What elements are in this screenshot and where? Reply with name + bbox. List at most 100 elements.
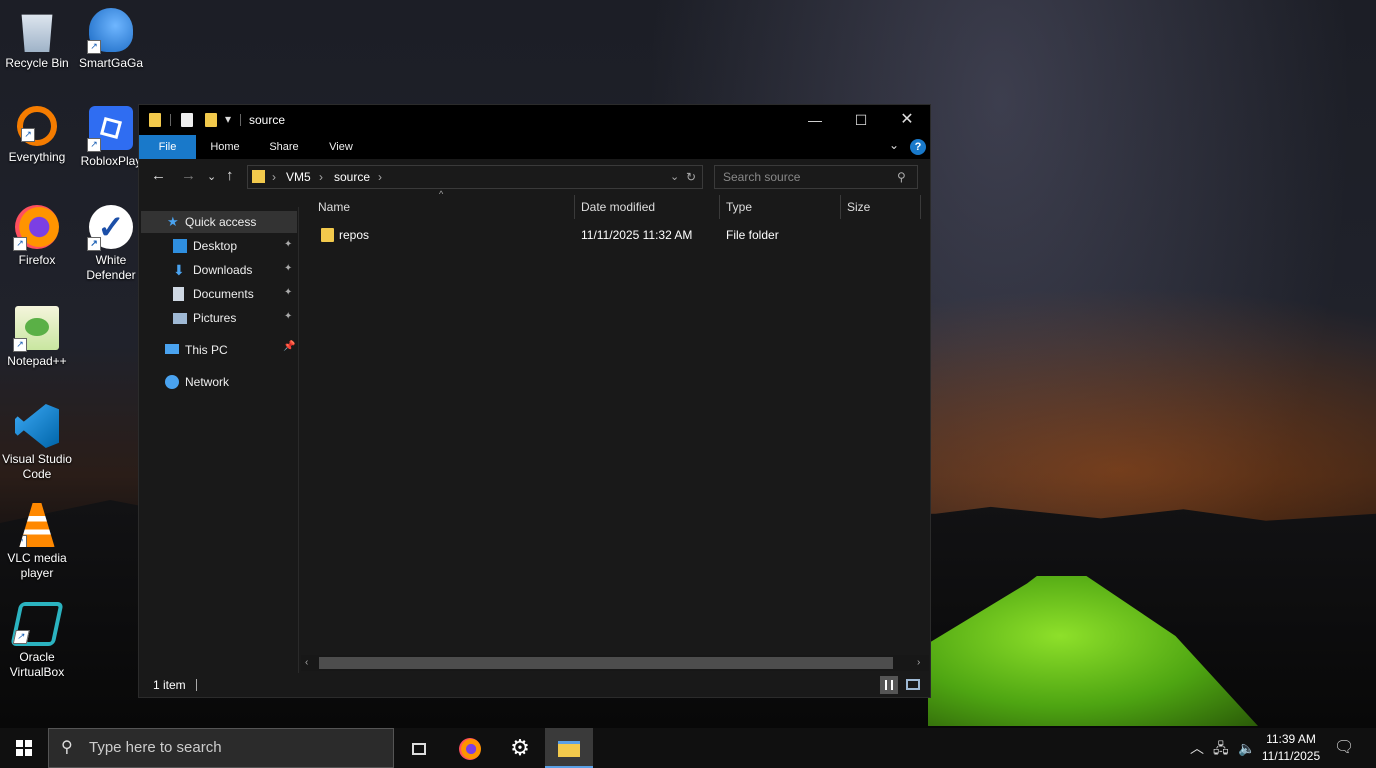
- status-bar: 1 item: [139, 673, 930, 697]
- shortcut-arrow-icon: ↗: [19, 535, 27, 547]
- show-hidden-icons-chevron-icon[interactable]: ︿: [1190, 728, 1204, 768]
- large-icons-view-button[interactable]: [906, 679, 920, 690]
- column-header-size[interactable]: Size: [847, 195, 870, 219]
- separator: [170, 114, 171, 126]
- search-box[interactable]: Search source ⚲: [714, 165, 918, 189]
- address-dropdown-chevron-icon[interactable]: ⌄: [670, 166, 679, 188]
- clock-time: 11:39 AM: [1266, 732, 1316, 746]
- taskbar-file-explorer-button[interactable]: [545, 728, 593, 768]
- column-separator[interactable]: [840, 195, 841, 219]
- minimize-button[interactable]: —: [792, 105, 838, 135]
- window-title: source: [249, 113, 286, 127]
- horizontal-scrollbar[interactable]: ‹ ›: [301, 655, 929, 671]
- search-input[interactable]: Search source: [723, 166, 800, 188]
- tab-file[interactable]: File: [139, 135, 196, 159]
- desktop-icon-notepad-plus-plus[interactable]: ↗ Notepad++: [0, 306, 74, 369]
- taskbar-firefox-button[interactable]: [446, 728, 494, 768]
- tab-view[interactable]: View: [315, 135, 367, 159]
- sort-ascending-icon: ^: [439, 189, 444, 199]
- task-view-icon: [412, 743, 426, 756]
- pin-icon[interactable]: 📌: [283, 341, 295, 352]
- notification-center-icon[interactable]: 🗨: [1334, 728, 1354, 768]
- gear-icon: ⚙: [510, 735, 530, 760]
- column-header-date-modified[interactable]: Date modified: [581, 195, 655, 219]
- recent-locations-chevron-icon[interactable]: ⌄: [207, 170, 216, 183]
- column-separator[interactable]: [574, 195, 575, 219]
- pin-icon-documents[interactable]: ✦: [284, 287, 292, 298]
- table-row[interactable]: repos 11/11/2025 11:32 AM File folder: [309, 223, 909, 247]
- desktop-icon-smartgaga[interactable]: ↗ SmartGaGa: [74, 8, 148, 71]
- pane-divider[interactable]: [298, 207, 299, 673]
- pictures-icon: [173, 313, 187, 324]
- file-explorer-window: ▾ source — ☐ ✕ File Home Share View ⌄ ? …: [138, 104, 931, 698]
- vlc-cone-icon: ↗: [19, 503, 55, 547]
- forward-arrow-icon[interactable]: →: [181, 167, 196, 184]
- up-arrow-icon[interactable]: ↑: [226, 167, 234, 184]
- shortcut-arrow-icon: ↗: [12, 630, 30, 644]
- breadcrumb-source[interactable]: source: [334, 166, 370, 188]
- desktop-icon: [173, 239, 187, 253]
- scroll-right-arrow-icon[interactable]: ›: [917, 655, 920, 671]
- roblox-icon: ↗: [87, 106, 133, 152]
- tab-home[interactable]: Home: [199, 135, 251, 159]
- network-icon[interactable]: 🖧: [1213, 728, 1229, 768]
- column-header-name[interactable]: Name: [318, 195, 350, 219]
- search-icon: ⚲: [897, 170, 906, 184]
- separator: [240, 114, 241, 126]
- task-view-button[interactable]: [395, 728, 443, 768]
- maximize-button[interactable]: ☐: [838, 105, 884, 135]
- address-bar[interactable]: › VM5 › source › ⌄ ↻: [247, 165, 703, 189]
- windows-logo-icon: [16, 740, 32, 756]
- refresh-icon[interactable]: ↻: [686, 166, 696, 188]
- desktop-icon-vscode[interactable]: ↗ Visual Studio Code: [0, 404, 74, 482]
- desktop-icon-recycle-bin[interactable]: Recycle Bin: [0, 8, 74, 71]
- title-bar[interactable]: ▾ source — ☐ ✕: [139, 105, 930, 135]
- start-button[interactable]: [0, 728, 48, 768]
- desktop-icon-vlc[interactable]: ↗ VLC media player: [0, 503, 74, 581]
- computer-icon: [165, 344, 179, 354]
- back-arrow-icon[interactable]: ←: [151, 167, 166, 184]
- column-separator[interactable]: [920, 195, 921, 219]
- status-separator: [196, 679, 197, 691]
- properties-icon[interactable]: [181, 113, 193, 127]
- desktop-icon-white-defender[interactable]: ✓ ↗ White Defender: [74, 205, 148, 283]
- folder-icon: [149, 113, 161, 127]
- help-icon[interactable]: ?: [910, 139, 926, 155]
- ribbon-tabs: File Home Share View ⌄ ?: [139, 135, 930, 159]
- firefox-icon: ↗: [13, 205, 59, 251]
- taskbar-search-input[interactable]: Type here to search: [89, 729, 222, 767]
- notepad-plus-plus-icon: ↗: [13, 306, 59, 352]
- scroll-left-arrow-icon[interactable]: ‹: [305, 655, 308, 671]
- pin-icon-desktop[interactable]: ✦: [284, 239, 292, 250]
- column-separator[interactable]: [719, 195, 720, 219]
- scrollbar-thumb[interactable]: [319, 657, 893, 669]
- new-folder-icon[interactable]: [205, 113, 217, 127]
- column-header-type[interactable]: Type: [726, 195, 752, 219]
- breadcrumb-separator: ›: [272, 170, 276, 184]
- customize-quick-access-icon[interactable]: ▾: [225, 112, 231, 126]
- shortcut-arrow-icon: ↗: [13, 338, 27, 352]
- folder-icon: [252, 170, 265, 183]
- breadcrumb-vm5[interactable]: VM5: [286, 166, 311, 188]
- file-date-modified: 11/11/2025 11:32 AM: [581, 228, 693, 242]
- download-arrow-icon: ⬇: [173, 262, 185, 278]
- search-icon: ⚲: [61, 739, 73, 756]
- pin-icon-pictures[interactable]: ✦: [284, 311, 292, 322]
- taskbar-settings-button[interactable]: ⚙: [496, 728, 544, 768]
- shortcut-arrow-icon: ↗: [87, 237, 101, 251]
- taskbar-clock[interactable]: 11:39 AM 11/11/2025: [1252, 731, 1330, 765]
- checkmark-shield-icon: ✓ ↗: [87, 205, 133, 251]
- desktop-icon-roblox[interactable]: ↗ RobloxPlay: [74, 106, 148, 169]
- taskbar-search-box[interactable]: ⚲ Type here to search: [48, 728, 394, 768]
- address-row: ← → ⌄ ↑ › VM5 › source › ⌄ ↻ Search sour…: [139, 161, 930, 191]
- pin-icon-downloads[interactable]: ✦: [284, 263, 292, 274]
- expand-ribbon-chevron-icon[interactable]: ⌄: [889, 138, 899, 152]
- desktop-icon-everything[interactable]: ↗ Everything: [0, 106, 74, 165]
- close-button[interactable]: ✕: [884, 105, 930, 135]
- desktop-icon-virtualbox[interactable]: ↗ Oracle VirtualBox: [0, 602, 74, 680]
- virtualbox-icon: ↗: [10, 602, 64, 646]
- tab-share[interactable]: Share: [257, 135, 311, 159]
- magnifier-icon: ↗: [17, 106, 57, 146]
- desktop-icon-firefox[interactable]: ↗ Firefox: [0, 205, 74, 268]
- breadcrumb-separator: ›: [319, 170, 323, 184]
